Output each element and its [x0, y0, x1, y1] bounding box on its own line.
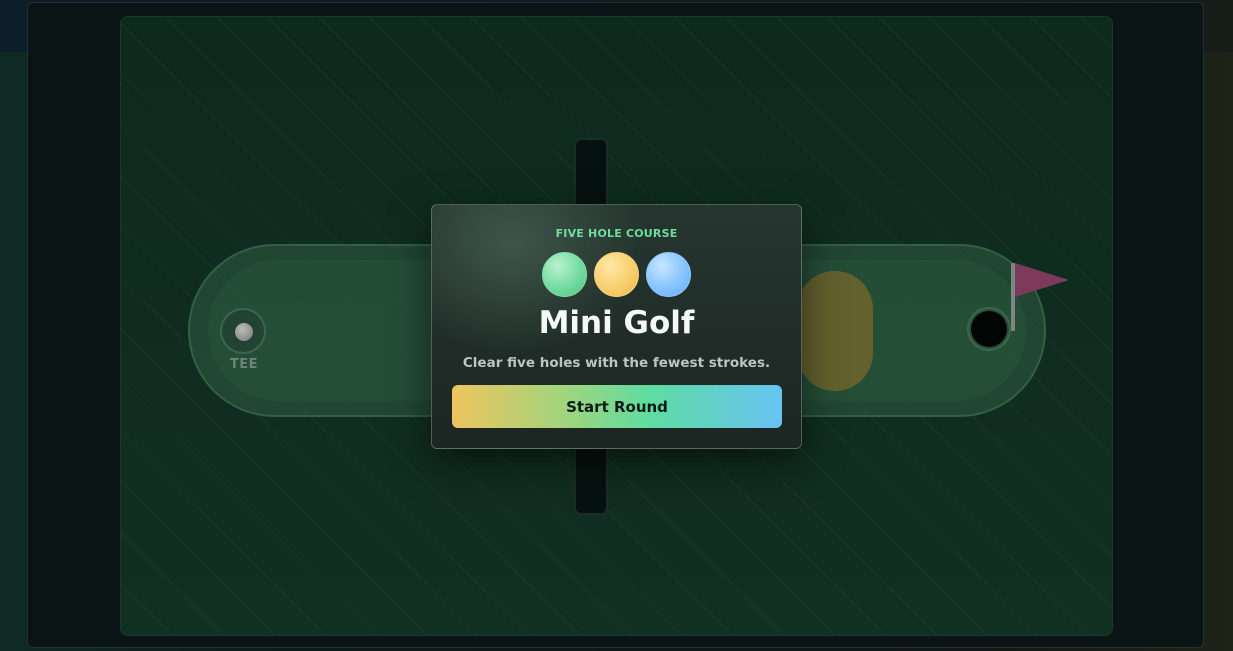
start-round-button[interactable]: Start Round — [452, 385, 782, 428]
course-kicker: FIVE HOLE COURSE — [555, 227, 678, 240]
tee-label: TEE — [229, 357, 259, 372]
blue-ball-icon — [646, 252, 691, 297]
game-title: Mini Golf — [538, 305, 695, 341]
yellow-ball-icon — [594, 252, 639, 297]
green-ball-icon — [542, 252, 587, 297]
game-subtitle: Clear five holes with the fewest strokes… — [462, 355, 771, 371]
game-screen: TEE FIVE HOLE COURSE Mini Golf Clear fiv… — [0, 0, 1233, 651]
hole-cup — [971, 311, 1007, 347]
ball-icons — [432, 252, 801, 297]
golf-ball[interactable] — [234, 322, 254, 342]
sand-trap — [797, 271, 873, 391]
flag-icon — [1015, 263, 1069, 297]
start-dialog: FIVE HOLE COURSE Mini Golf Clear five ho… — [431, 204, 802, 449]
